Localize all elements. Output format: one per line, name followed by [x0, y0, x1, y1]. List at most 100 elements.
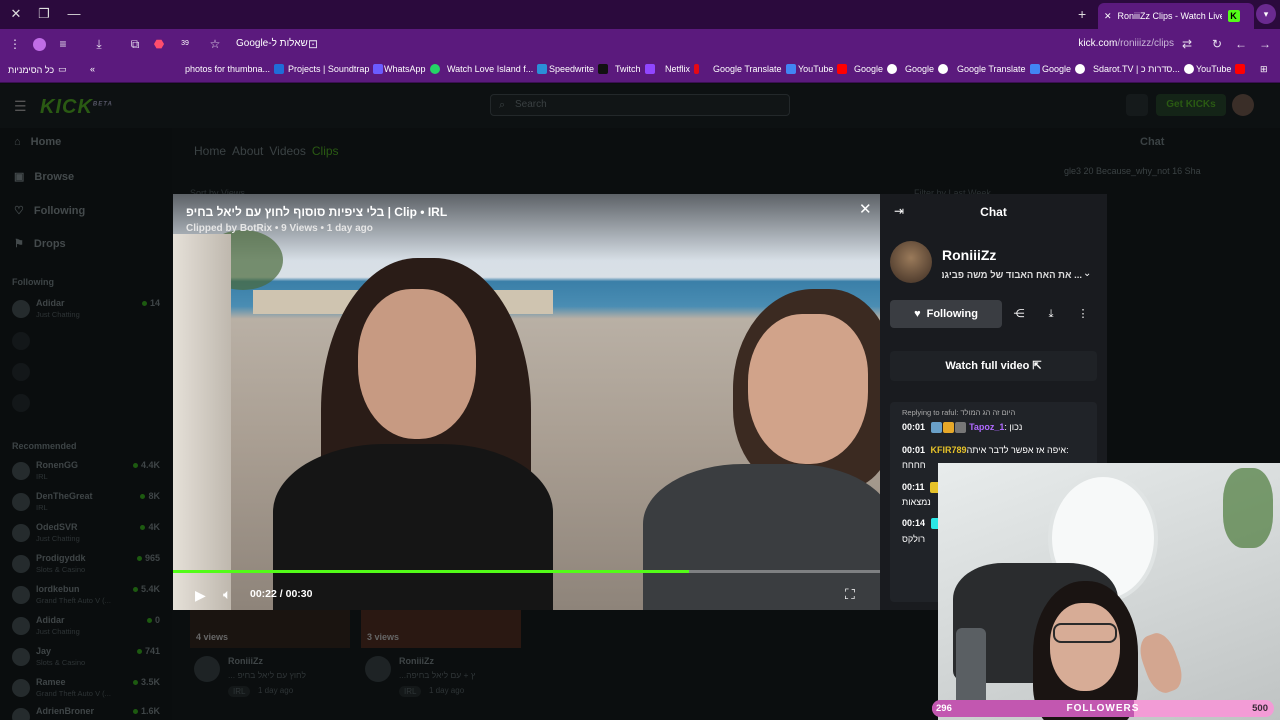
- chat-message: 00:11: [902, 482, 942, 494]
- url-text[interactable]: kick.com/roniiizz/clips: [1040, 38, 1174, 49]
- streamer-avatar[interactable]: [890, 241, 932, 283]
- kick-logo[interactable]: KICKBETA: [40, 96, 113, 119]
- bookmark-item[interactable]: Google Translate: [957, 64, 1040, 74]
- bookmark-item[interactable]: Google: [1042, 64, 1086, 74]
- tab-about[interactable]: About: [232, 144, 263, 158]
- site-info-icon[interactable]: ⊡: [304, 35, 322, 53]
- play-icon[interactable]: ▶: [195, 587, 206, 604]
- bookmark-star-icon[interactable]: ☆: [206, 35, 224, 53]
- forward-arrow-icon[interactable]: →: [1256, 35, 1274, 53]
- clip-tag: IRL: [399, 686, 422, 697]
- following-channel-offline[interactable]: [12, 328, 160, 356]
- chevron-down-icon[interactable]: ⌄: [1083, 268, 1091, 279]
- bookmark-item[interactable]: photos for thumbna...: [185, 64, 285, 74]
- fullscreen-icon[interactable]: ⛶: [845, 586, 855, 603]
- recommended-channel[interactable]: Prodigyddk Slots & Casino 965: [12, 551, 160, 579]
- recommended-channel[interactable]: RonenGG IRL 4.4K: [12, 458, 160, 486]
- new-tab-button[interactable]: +: [1078, 6, 1086, 22]
- tab-search-button[interactable]: ▾: [1256, 4, 1276, 24]
- bookmark-item[interactable]: YouTube: [798, 64, 848, 74]
- site-settings-icon[interactable]: ⇄: [1178, 35, 1196, 53]
- recommended-channel[interactable]: Adidar Just Chatting 0: [12, 613, 160, 641]
- recommended-channel[interactable]: lordkebun Grand Theft Auto V (... 5.4K: [12, 582, 160, 610]
- streamer-name[interactable]: RoniiiZz: [942, 247, 996, 263]
- following-button[interactable]: ♥ Following: [890, 300, 1002, 328]
- chat-message: 00:14: [902, 518, 943, 530]
- apps-grid-icon[interactable]: ⊞: [1260, 64, 1268, 75]
- close-modal-icon[interactable]: ✕: [859, 200, 872, 218]
- bookmark-item[interactable]: Twitch: [615, 64, 655, 74]
- nav-browse[interactable]: ▣ Browse: [14, 170, 74, 184]
- bookmark-item[interactable]: Netflix: [665, 64, 700, 74]
- watch-full-video-button[interactable]: Watch full video ⇱: [890, 351, 1097, 381]
- media-control-icon[interactable]: ≡: [54, 35, 72, 53]
- message-user[interactable]: KFIR789: [931, 445, 967, 455]
- clip-card[interactable]: 4 views RoniiiZz ... לחוץ עם ליאל בחיפ I…: [190, 610, 350, 697]
- browser-tab-active[interactable]: ✕ RoniiiZz Clips - Watch Live on Kick K: [1098, 3, 1254, 29]
- message-user[interactable]: Tapoz_1: [969, 422, 1004, 432]
- extensions-icon[interactable]: ⧉: [126, 35, 144, 53]
- tab-clips[interactable]: Clips: [312, 144, 339, 158]
- bookmark-item[interactable]: YouTube: [1196, 64, 1246, 74]
- nav-home[interactable]: ⌂ Home: [14, 136, 61, 148]
- extension-red-icon[interactable]: ⬣: [150, 35, 168, 53]
- recommended-channel[interactable]: Ramee Grand Theft Auto V (... 3.5K: [12, 675, 160, 703]
- recommended-channel[interactable]: OdedSVR Just Chatting 4K: [12, 520, 160, 548]
- webcam-overlay: [938, 463, 1280, 720]
- google-query-chip[interactable]: שאלות ל-Google: [236, 38, 308, 49]
- following-channel-offline[interactable]: [12, 359, 160, 387]
- restore-window-icon[interactable]: ❐: [34, 5, 54, 23]
- hamburger-menu-icon[interactable]: ☰: [14, 98, 27, 115]
- message-text: נכון: [1009, 422, 1023, 432]
- nav-drops[interactable]: ⚑ Drops: [14, 237, 66, 251]
- extension-badge-icon[interactable]: 39: [176, 35, 194, 53]
- avatar: [194, 656, 220, 682]
- following-channel-offline[interactable]: [12, 390, 160, 418]
- bookmark-item[interactable]: Speedwrite: [549, 64, 609, 74]
- tab-home[interactable]: Home: [194, 144, 226, 158]
- share-icon[interactable]: ⋲: [1006, 300, 1032, 328]
- reload-icon[interactable]: ↻: [1208, 35, 1226, 53]
- download-icon[interactable]: ⤓: [90, 35, 108, 53]
- close-window-icon[interactable]: ✕: [6, 5, 26, 23]
- user-avatar[interactable]: [1232, 94, 1254, 116]
- channel-category: Slots & Casino: [36, 565, 86, 574]
- recommended-channel[interactable]: DenTheGreat IRL 8K: [12, 489, 160, 517]
- reply-indicator: Replying to raful: היום זה הג המולד: [902, 408, 1016, 417]
- bookmark-item[interactable]: Google: [905, 64, 949, 74]
- url-path: /roniiizz/clips: [1117, 38, 1174, 49]
- back-arrow-icon[interactable]: ←: [1232, 35, 1250, 53]
- bookmark-favicon-icon: [785, 64, 796, 74]
- clip-card[interactable]: 3 views RoniiiZz ...ץ + עם ליאל בחיפה IR…: [361, 610, 521, 697]
- heart-icon: ♥: [914, 308, 921, 320]
- bookmark-label: photos for thumbna...: [185, 64, 271, 74]
- clip-video-player[interactable]: בלי ציפיות סוסוף לחוץ עם ליאל בחיפ | Cli…: [173, 194, 880, 610]
- video-progress-bar[interactable]: [173, 570, 880, 573]
- volume-icon[interactable]: 🔈︎: [223, 586, 231, 603]
- profile-icon[interactable]: [30, 35, 48, 53]
- library-icon[interactable]: [1126, 94, 1148, 116]
- search-input[interactable]: ⌕ Search: [490, 94, 790, 116]
- bookmark-item[interactable]: Google Translate: [713, 64, 796, 74]
- tab-videos[interactable]: Videos: [269, 144, 305, 158]
- bookmark-label: Google Translate: [957, 64, 1026, 74]
- get-kicks-button[interactable]: Get KICKs: [1156, 94, 1226, 116]
- bookmark-favicon-icon: [429, 64, 440, 74]
- nav-following[interactable]: ♡ Following: [14, 204, 85, 218]
- bookmarks-overflow-icon[interactable]: «: [90, 64, 95, 74]
- bookmark-item[interactable]: Projects | Soundtrap: [288, 64, 384, 74]
- more-options-icon[interactable]: ⋮: [1070, 300, 1096, 328]
- close-tab-icon[interactable]: ✕: [1104, 11, 1112, 22]
- recommended-channel[interactable]: AdrienBroner 1.6K: [12, 704, 160, 720]
- following-channel[interactable]: Adidar Just Chatting 14: [12, 296, 160, 324]
- bookmark-item[interactable]: WhatsApp: [384, 64, 440, 74]
- bookmark-item[interactable]: Watch Love Island f...: [447, 64, 548, 74]
- all-bookmarks-button[interactable]: כל הסימניות ▭: [8, 64, 67, 75]
- bookmark-item[interactable]: Sdarot.TV | סדרות כ...: [1093, 64, 1194, 74]
- menu-kebab-icon[interactable]: ⋮: [6, 35, 24, 53]
- download-icon[interactable]: ⤓: [1038, 300, 1064, 328]
- viewer-count: 1.6K: [133, 706, 160, 716]
- bookmark-item[interactable]: Google: [854, 64, 898, 74]
- recommended-channel[interactable]: Jay Slots & Casino 741: [12, 644, 160, 672]
- minimize-window-icon[interactable]: —: [64, 5, 84, 23]
